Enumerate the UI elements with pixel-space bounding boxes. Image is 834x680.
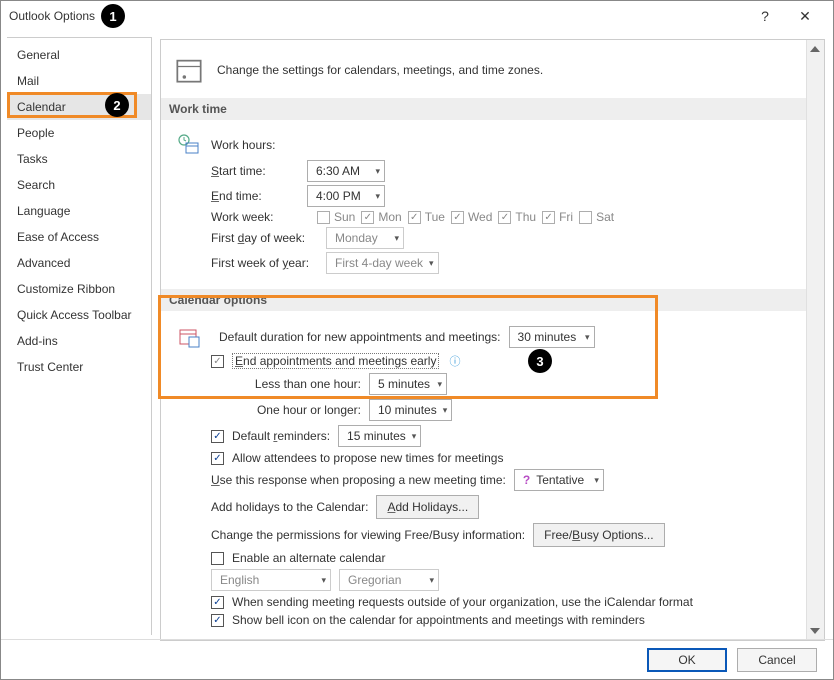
one-hour-dropdown[interactable]: 10 minutes▾ [369, 399, 452, 421]
end-time-label: E [211, 189, 219, 203]
sidebar-item-tasks[interactable]: Tasks [7, 146, 151, 172]
default-duration-label: Default duration for new appointments an… [219, 330, 501, 344]
alt-calendar-checkbox[interactable] [211, 552, 224, 565]
weekday-tue[interactable]: Tue [408, 210, 445, 224]
sidebar-item-people[interactable]: People [7, 120, 151, 146]
alt-cal-type-dropdown[interactable]: Gregorian▾ [339, 569, 439, 591]
first-week-dropdown[interactable]: First 4-day week▾ [326, 252, 439, 274]
clock-calendar-icon [175, 133, 203, 157]
intro-row: Change the settings for calendars, meeti… [161, 40, 806, 98]
help-button[interactable]: ? [745, 1, 785, 31]
sidebar-item-calendar[interactable]: Calendar [7, 94, 151, 120]
first-day-label: First day of week: [211, 231, 326, 245]
intro-text: Change the settings for calendars, meeti… [217, 63, 543, 77]
less-hour-dropdown[interactable]: 5 minutes▾ [369, 373, 447, 395]
first-day-dropdown[interactable]: Monday▾ [326, 227, 404, 249]
weekday-sat[interactable]: Sat [579, 210, 614, 224]
calendar-options-icon [175, 325, 203, 349]
bell-icon-label: Show bell icon on the calendar for appoi… [232, 613, 645, 627]
ical-label: When sending meeting requests outside of… [232, 595, 693, 609]
add-holidays-label: Add holidays to the Calendar: [211, 500, 368, 514]
alt-calendar-label: Enable an alternate calendar [232, 551, 385, 565]
allow-propose-label: Allow attendees to propose new times for… [232, 451, 503, 465]
end-time-dropdown[interactable]: 4:00 PM▾ [307, 185, 385, 207]
weekday-thu[interactable]: Thu [498, 210, 536, 224]
add-holidays-button[interactable]: Add Holidays... [376, 495, 479, 519]
dialog-button-bar: OK Cancel [1, 639, 833, 679]
section-calendar-options-header: Calendar options [161, 289, 806, 311]
sidebar-item-add-ins[interactable]: Add-ins [7, 328, 151, 354]
calendar-icon [175, 56, 203, 84]
default-reminders-checkbox[interactable] [211, 430, 224, 443]
work-hours-label: Work hours: [211, 138, 275, 152]
use-response-label: Use this response when proposing a new m… [211, 473, 506, 487]
default-reminders-dropdown[interactable]: 15 minutes▾ [338, 425, 421, 447]
vertical-scrollbar[interactable] [806, 40, 824, 640]
sidebar-item-trust-center[interactable]: Trust Center [7, 354, 151, 380]
freebusy-button[interactable]: Free/Busy Options... [533, 523, 664, 547]
section-work-time-header: Work time [161, 98, 806, 120]
sidebar-item-general[interactable]: General [7, 42, 151, 68]
sidebar-item-customize-ribbon[interactable]: Customize Ribbon [7, 276, 151, 302]
weekday-sun[interactable]: Sun [317, 210, 355, 224]
window-title: Outlook Options [9, 9, 745, 23]
less-hour-label: Less than one hour: [231, 377, 361, 391]
ok-button[interactable]: OK [647, 648, 727, 672]
default-reminders-label: Default reminders: [232, 429, 330, 443]
ical-checkbox[interactable] [211, 596, 224, 609]
one-hour-label: One hour or longer: [231, 403, 361, 417]
cancel-button[interactable]: Cancel [737, 648, 817, 672]
end-early-checkbox[interactable] [211, 355, 224, 368]
tentative-dropdown[interactable]: ?Tentative▾ [514, 469, 604, 491]
sidebar-item-ease-of-access[interactable]: Ease of Access [7, 224, 151, 250]
sidebar-item-search[interactable]: Search [7, 172, 151, 198]
section-calendar-options: Default duration for new appointments an… [161, 311, 806, 641]
alt-cal-lang-dropdown[interactable]: English▾ [211, 569, 331, 591]
info-icon[interactable]: ⓘ [449, 353, 460, 369]
weekday-wed[interactable]: Wed [451, 210, 492, 224]
bell-icon-checkbox[interactable] [211, 614, 224, 627]
end-early-label: End appointments and meetings early [232, 353, 439, 369]
title-bar: Outlook Options ? ✕ [1, 1, 833, 31]
start-time-label: S [211, 164, 219, 178]
sidebar-item-quick-access-toolbar[interactable]: Quick Access Toolbar [7, 302, 151, 328]
allow-propose-checkbox[interactable] [211, 452, 224, 465]
close-button[interactable]: ✕ [785, 1, 825, 31]
weekday-mon[interactable]: Mon [361, 210, 401, 224]
default-duration-dropdown[interactable]: 30 minutes▾ [509, 326, 595, 348]
first-week-label: First week of year: [211, 256, 326, 270]
content-panel: Change the settings for calendars, meeti… [160, 39, 825, 641]
sidebar-item-language[interactable]: Language [7, 198, 151, 224]
sidebar: General Mail Calendar People Tasks Searc… [7, 37, 152, 635]
freebusy-label: Change the permissions for viewing Free/… [211, 528, 525, 542]
section-work-time: Work hours: Start time: 6:30 AM▾ End tim… [161, 120, 806, 289]
weekday-fri[interactable]: Fri [542, 210, 573, 224]
sidebar-item-mail[interactable]: Mail [7, 68, 151, 94]
work-week-label: Work week: [211, 210, 307, 224]
start-time-dropdown[interactable]: 6:30 AM▾ [307, 160, 385, 182]
sidebar-item-advanced[interactable]: Advanced [7, 250, 151, 276]
